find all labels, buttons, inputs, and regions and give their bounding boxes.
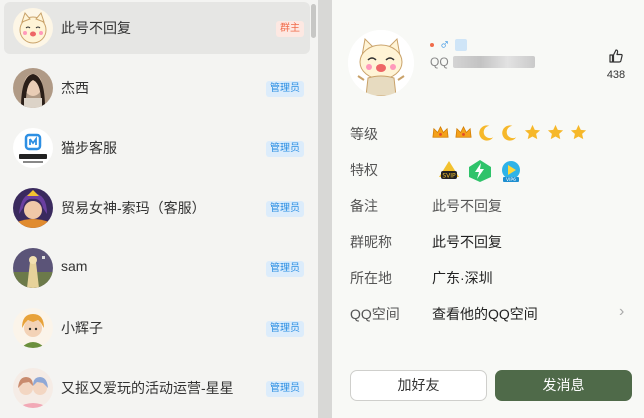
- crown-icon: [455, 125, 472, 138]
- avatar: [13, 248, 53, 288]
- star-icon: [547, 124, 564, 140]
- admin-badge: 管理员: [266, 201, 304, 217]
- level-label: 等级: [350, 126, 378, 142]
- admin-badge: 管理员: [266, 321, 304, 337]
- member-item[interactable]: 贸易女神-索玛（客服） 管理员: [4, 182, 310, 234]
- svg-text:SVIP: SVIP: [442, 173, 456, 180]
- member-name: sam: [61, 258, 88, 274]
- vip-play-icon: VIP6: [502, 161, 520, 183]
- avatar: [13, 68, 53, 108]
- chevron-right-icon[interactable]: ›: [619, 303, 624, 321]
- location-value: 广东·深圳: [432, 270, 493, 286]
- male-gender-icon: ♂: [439, 36, 451, 53]
- star-icon: [570, 124, 587, 140]
- add-friend-button[interactable]: 加好友: [350, 370, 487, 401]
- svg-text:VIP6: VIP6: [506, 177, 516, 183]
- member-item[interactable]: 杰西 管理员: [4, 62, 310, 114]
- location-label: 所在地: [350, 270, 392, 286]
- profile-avatar[interactable]: [348, 30, 414, 96]
- member-item[interactable]: 此号不回复 群主: [4, 2, 310, 54]
- thumbs-up-icon: [609, 49, 623, 63]
- profile-card: ♂ QQ 438 等级 特权 SVIP VIP6 备注 此号不回复 群昵称 此号…: [332, 0, 644, 418]
- lightning-icon: [469, 160, 491, 182]
- star-icon: [524, 124, 541, 140]
- send-message-button[interactable]: 发消息: [495, 370, 632, 401]
- member-name: 杰西: [61, 80, 89, 96]
- avatar: [13, 188, 53, 228]
- svip-icon: SVIP: [439, 161, 459, 180]
- avatar: [13, 368, 53, 408]
- member-name: 贸易女神-索玛（客服）: [61, 200, 206, 216]
- admin-badge: 管理员: [266, 141, 304, 157]
- qzone-link[interactable]: 查看他的QQ空间: [432, 304, 538, 324]
- level-icons[interactable]: [431, 123, 588, 142]
- remark-value[interactable]: 此号不回复: [432, 196, 502, 216]
- avatar: [13, 128, 53, 168]
- moon-icon: [502, 125, 517, 141]
- like-button[interactable]: 438: [602, 48, 630, 81]
- qq-label: QQ: [430, 55, 449, 69]
- like-count: 438: [606, 69, 626, 81]
- member-item[interactable]: 猫步客服 管理员: [4, 122, 310, 174]
- admin-badge: 管理员: [266, 81, 304, 97]
- avatar: [13, 308, 53, 348]
- owner-badge: 群主: [276, 21, 304, 37]
- member-item[interactable]: sam 管理员: [4, 242, 310, 294]
- group-nickname-value: 此号不回复: [432, 234, 502, 250]
- panel-divider: [318, 0, 332, 418]
- qq-number-redacted: [452, 56, 535, 68]
- moon-icon: [479, 125, 494, 141]
- privilege-icons[interactable]: SVIP VIP6: [436, 159, 524, 183]
- crown-icon: [432, 125, 449, 138]
- privilege-label: 特权: [350, 162, 378, 178]
- member-name: 此号不回复: [61, 20, 131, 36]
- status-dot: [430, 42, 434, 47]
- qq-number: QQ: [430, 55, 535, 69]
- group-nickname-label: 群昵称: [350, 234, 392, 250]
- remark-label: 备注: [350, 198, 378, 214]
- member-name: 猫步客服: [61, 140, 117, 156]
- member-name: 小辉子: [61, 320, 103, 336]
- member-list: 此号不回复 群主 杰西 管理员 猫步客服 管理员 贸易女神-索玛（客服） 管理员…: [0, 0, 318, 418]
- qzone-label: QQ空间: [350, 306, 400, 322]
- member-item[interactable]: 又抠又爱玩的活动运营-星星 管理员: [4, 362, 310, 414]
- scrollbar-thumb[interactable]: [311, 4, 316, 38]
- avatar: [13, 8, 53, 48]
- member-item[interactable]: 小辉子 管理员: [4, 302, 310, 354]
- profile-meta: ♂: [430, 36, 468, 53]
- admin-badge: 管理员: [266, 381, 304, 397]
- admin-badge: 管理员: [266, 261, 304, 277]
- qq-level-icon: [455, 38, 468, 51]
- member-name: 又抠又爱玩的活动运营-星星: [61, 380, 234, 396]
